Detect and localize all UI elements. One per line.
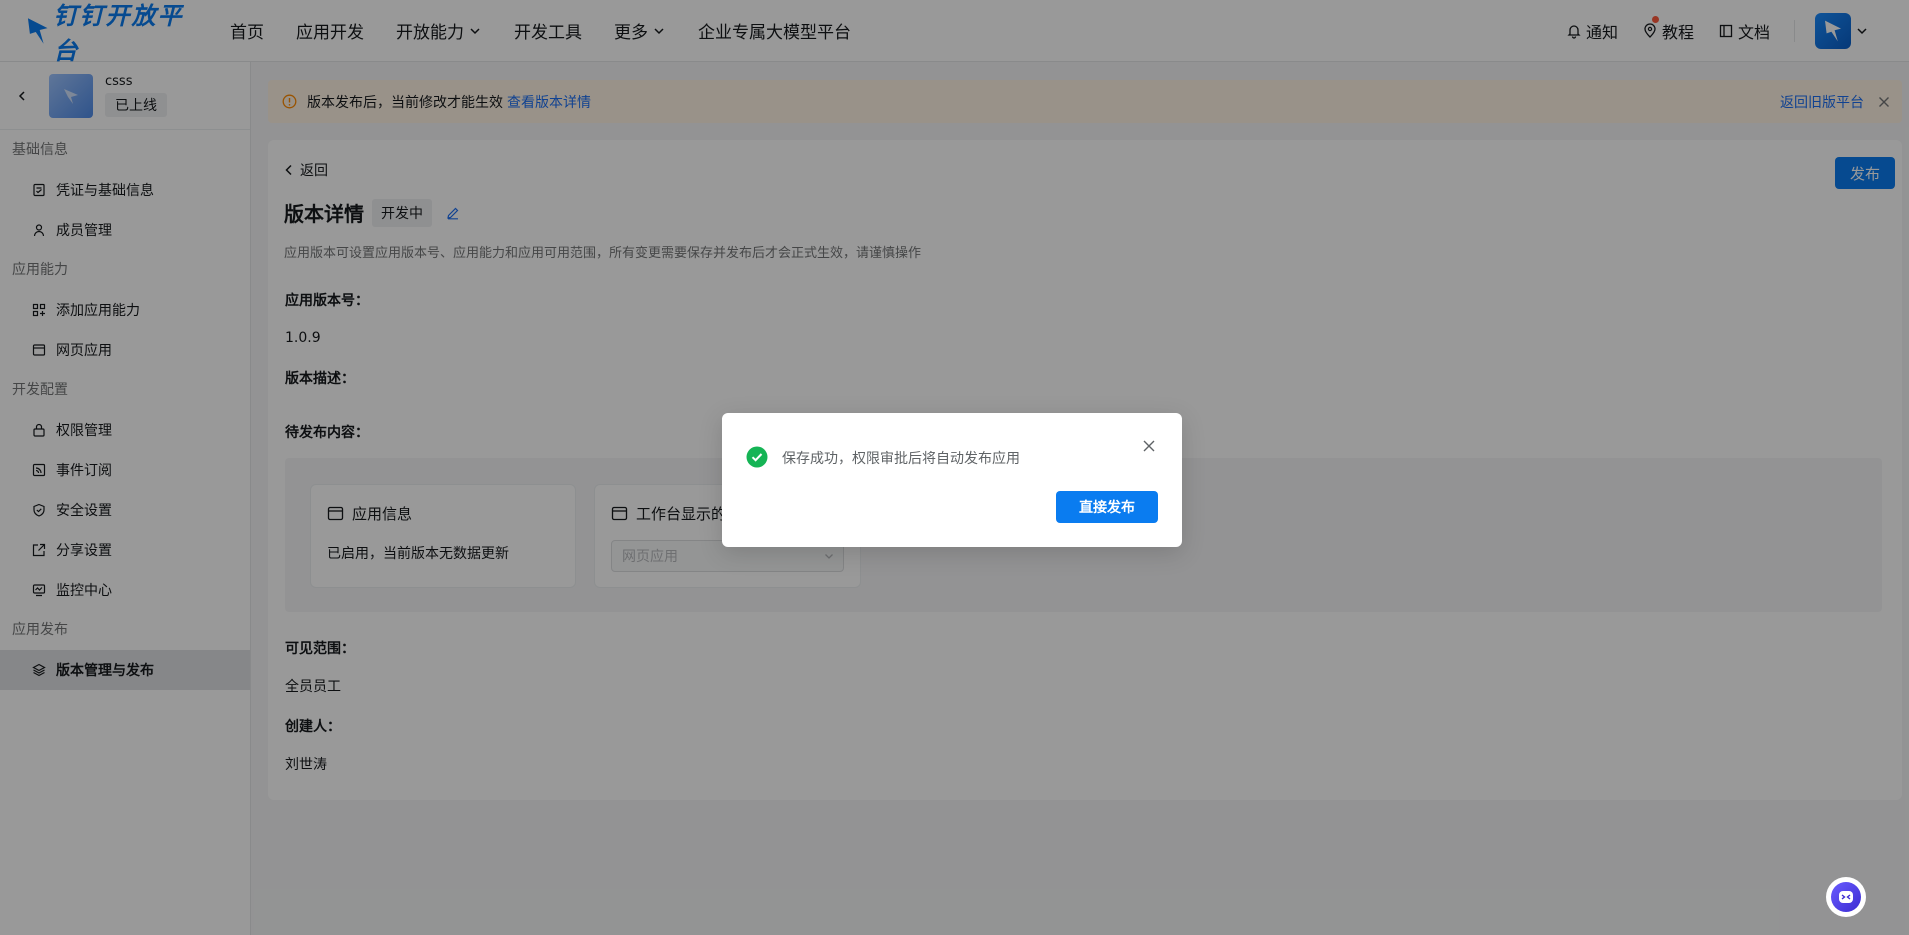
robot-face-icon: [1839, 891, 1853, 903]
publish-now-button[interactable]: 直接发布: [1056, 491, 1158, 523]
dialog-close-button[interactable]: [1142, 439, 1156, 453]
check-circle-icon: [746, 446, 768, 468]
assistant-icon: [1831, 882, 1861, 912]
close-icon: [1143, 440, 1155, 452]
save-success-dialog: 保存成功，权限审批后将自动发布应用 直接发布: [722, 413, 1182, 547]
assistant-float-button[interactable]: [1826, 877, 1866, 917]
dialog-message: 保存成功，权限审批后将自动发布应用: [782, 451, 1020, 467]
